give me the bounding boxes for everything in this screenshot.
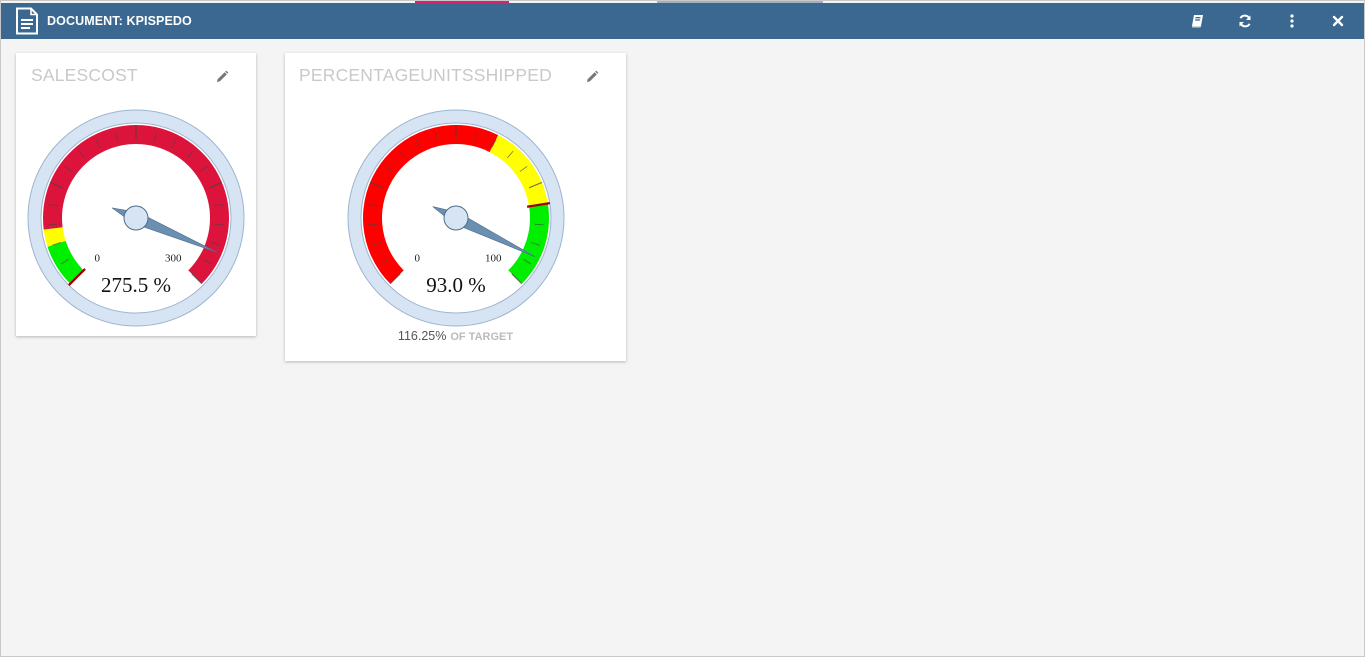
gauge-min-label: 0 [415,252,421,264]
gauge-min-label: 0 [95,252,101,264]
more-vertical-icon [1290,14,1294,28]
close-button[interactable] [1329,12,1347,30]
book-icon [1192,15,1203,28]
gauge-card-percentageunitsshipped: PERCENTAGEUNITSSHIPPED 0 100 93.0 % 116.25… [285,53,626,361]
book-button[interactable] [1189,12,1207,30]
window-title: DOCUMENT: KPISPEDO [47,14,192,28]
gauge-percentageunitsshipped: 0 100 93.0 % [347,109,565,327]
gauge-card-salescost: SALESCOST 0 300 275.5 % [16,53,256,336]
gauge-value-label: 275.5 % [101,273,171,297]
document-icon [16,7,38,35]
document-window: DOCUMENT: KPISPEDO SALESCOST 0 300 275.5… [0,0,1365,657]
pencil-icon[interactable] [585,70,599,84]
target-percentage: 116.25% OF TARGET [285,329,626,343]
gauge-title: SALESCOST [31,65,138,85]
gauge-max-label: 300 [165,252,182,264]
refresh-icon [1239,14,1251,28]
window-titlebar: DOCUMENT: KPISPEDO [1,3,1364,39]
close-icon [1332,15,1344,27]
of-target-label: OF TARGET [450,331,514,343]
pencil-icon[interactable] [215,70,229,84]
gauge-salescost: 0 300 275.5 % [27,109,245,327]
refresh-button[interactable] [1236,12,1254,30]
percent-of-target-value: 116.25% [397,329,447,343]
gauge-needle-hub [443,205,469,231]
gauge-max-label: 100 [485,252,502,264]
more-button[interactable] [1283,12,1301,30]
gauge-needle-hub [123,205,149,231]
gauge-value-label: 93.0 % [426,273,486,297]
gauge-title: PERCENTAGEUNITSSHIPPED [299,65,553,85]
